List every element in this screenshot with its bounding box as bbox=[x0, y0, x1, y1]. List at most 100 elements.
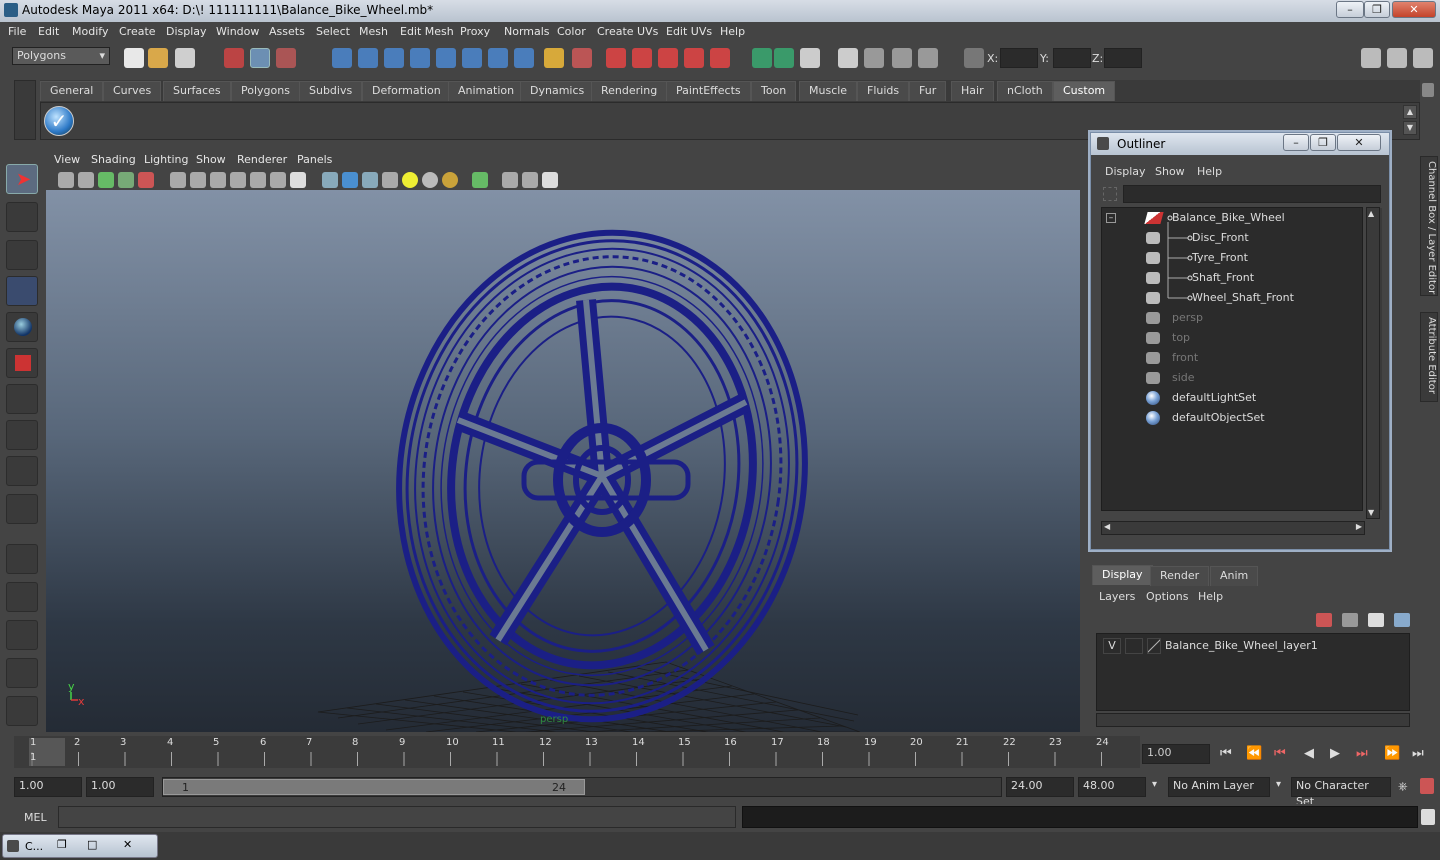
shadows-icon[interactable] bbox=[422, 172, 438, 188]
shelf-tab-custom[interactable]: Custom bbox=[1053, 81, 1116, 101]
hypershade-icon[interactable] bbox=[710, 48, 730, 68]
checkmark-icon[interactable]: ✓ bbox=[44, 106, 74, 136]
menu-color[interactable]: Color bbox=[557, 25, 586, 38]
outliner-menu-help[interactable]: Help bbox=[1197, 165, 1222, 178]
character-set-selector[interactable]: No Character Set bbox=[1291, 777, 1391, 808]
layer-tab-render[interactable]: Render bbox=[1150, 566, 1210, 586]
shelf-tab-general[interactable]: General bbox=[40, 81, 104, 101]
layer-tab-anim[interactable]: Anim bbox=[1210, 566, 1259, 586]
range-slider-handle[interactable]: 1 24 bbox=[163, 779, 585, 795]
vp-menu-show[interactable]: Show bbox=[196, 153, 226, 166]
shelf-tab-curves[interactable]: Curves bbox=[103, 81, 162, 101]
shelf-tab-rendering[interactable]: Rendering bbox=[591, 81, 668, 101]
shelf-tab-muscle[interactable]: Muscle bbox=[799, 81, 858, 101]
command-language-label[interactable]: MEL bbox=[24, 811, 47, 824]
hypershade-layout-icon[interactable] bbox=[6, 696, 38, 726]
end-time-field[interactable]: 48.00 bbox=[1078, 777, 1146, 797]
range-slider[interactable]: 1 24 bbox=[162, 777, 1002, 797]
isolate-select-icon[interactable] bbox=[472, 172, 488, 188]
layer-visibility-toggle[interactable]: V bbox=[1103, 638, 1121, 654]
x-field[interactable] bbox=[1000, 48, 1038, 68]
lasso-tool-icon[interactable] bbox=[6, 202, 38, 232]
gate-mask-icon[interactable] bbox=[230, 172, 246, 188]
xray-components-icon[interactable] bbox=[542, 172, 558, 188]
wireframe-icon[interactable] bbox=[322, 172, 338, 188]
safe-title-icon[interactable] bbox=[290, 172, 306, 188]
single-perspective-layout-icon[interactable] bbox=[6, 544, 38, 574]
history-icon[interactable] bbox=[606, 48, 626, 68]
menu-window[interactable]: Window bbox=[216, 25, 259, 38]
scroll-left-icon[interactable]: ◀ bbox=[1104, 522, 1110, 531]
render-globals-icon[interactable] bbox=[918, 48, 938, 68]
select-tool-icon[interactable]: ➤ bbox=[6, 164, 38, 194]
persp-graph-layout-icon[interactable] bbox=[6, 658, 38, 688]
channel-box-icon[interactable] bbox=[1413, 48, 1433, 68]
filter-icon[interactable] bbox=[1103, 187, 1117, 201]
shelf-tab-painteffects[interactable]: PaintEffects bbox=[666, 81, 751, 101]
show-manipulator-icon[interactable] bbox=[6, 456, 38, 486]
layer-color-swatch[interactable] bbox=[1147, 638, 1161, 654]
camera-attr-icon[interactable] bbox=[78, 172, 94, 188]
step-back-key-icon[interactable]: ⏮ bbox=[1274, 746, 1286, 761]
play-forwards-icon[interactable]: ▶ bbox=[1330, 746, 1340, 761]
textured-icon[interactable] bbox=[382, 172, 398, 188]
shelf-tab-surfaces[interactable]: Surfaces bbox=[163, 81, 231, 101]
manipulator-tool-icon[interactable] bbox=[6, 384, 38, 414]
y-field[interactable] bbox=[1053, 48, 1091, 68]
shelf-tab-animation[interactable]: Animation bbox=[448, 81, 525, 101]
side-tab-channel-box[interactable]: Channel Box / Layer Editor bbox=[1420, 156, 1438, 296]
minimized-window[interactable]: C... ❐ □ ✕ bbox=[2, 834, 158, 858]
outliner-vscrollbar[interactable]: ▲ ▼ bbox=[1366, 207, 1380, 519]
step-forward-key-icon[interactable]: ⏭ bbox=[1356, 746, 1368, 761]
go-to-end-icon[interactable]: ⏭ bbox=[1412, 746, 1424, 761]
menu-file[interactable]: File bbox=[8, 25, 26, 38]
wireframe-on-shaded-icon[interactable] bbox=[362, 172, 378, 188]
move-layer-up-icon[interactable] bbox=[1316, 613, 1332, 627]
snap-point-icon[interactable] bbox=[384, 48, 404, 68]
soft-mod-tool-icon[interactable] bbox=[6, 420, 38, 450]
outliner-menu-show[interactable]: Show bbox=[1155, 165, 1185, 178]
play-backwards-icon[interactable]: ◀ bbox=[1304, 746, 1314, 761]
scroll-right-icon[interactable]: ▶ bbox=[1356, 522, 1362, 531]
shelf-tab-hair[interactable]: Hair bbox=[951, 81, 994, 101]
anim-layer-selector[interactable]: No Anim Layer bbox=[1168, 777, 1270, 797]
playback-start-field[interactable]: 1.00 bbox=[86, 777, 154, 797]
snap-plane-icon[interactable] bbox=[410, 48, 430, 68]
new-layer-selected-icon[interactable] bbox=[1394, 613, 1410, 627]
layer-tab-display[interactable]: Display bbox=[1092, 565, 1153, 585]
xray-icon[interactable] bbox=[502, 172, 518, 188]
sidebar-toggle-icon[interactable] bbox=[1361, 48, 1381, 68]
xray-joints-icon[interactable] bbox=[522, 172, 538, 188]
maximize-icon[interactable]: □ bbox=[87, 838, 97, 851]
select-hierarchy-icon[interactable] bbox=[224, 48, 244, 68]
move-tool-icon[interactable] bbox=[6, 276, 38, 306]
shelf-scroll-up-icon[interactable]: ▲ bbox=[1403, 105, 1417, 119]
go-to-start-icon[interactable]: ⏮ bbox=[1220, 746, 1232, 761]
vp-menu-shading[interactable]: Shading bbox=[91, 153, 136, 166]
four-view-layout-icon[interactable] bbox=[6, 582, 38, 612]
shelf-toggle[interactable] bbox=[14, 80, 36, 140]
shelf-tab-toon[interactable]: Toon bbox=[751, 81, 797, 101]
help-icon[interactable] bbox=[514, 48, 534, 68]
snap-grid-icon[interactable] bbox=[332, 48, 352, 68]
layers-menu-layers[interactable]: Layers bbox=[1099, 590, 1135, 603]
safe-action-icon[interactable] bbox=[270, 172, 286, 188]
outliner-close-button[interactable]: ✕ bbox=[1337, 134, 1381, 151]
render-settings-icon[interactable] bbox=[684, 48, 704, 68]
vp-menu-panels[interactable]: Panels bbox=[297, 153, 332, 166]
menu-mesh[interactable]: Mesh bbox=[359, 25, 388, 38]
new-scene-icon[interactable] bbox=[124, 48, 144, 68]
persp-outliner-layout-icon[interactable] bbox=[6, 620, 38, 650]
menu-edit[interactable]: Edit bbox=[38, 25, 59, 38]
outliner-maximize-button[interactable]: ❐ bbox=[1310, 134, 1336, 151]
snap-view-icon[interactable] bbox=[488, 48, 508, 68]
render-view-icon[interactable] bbox=[838, 48, 858, 68]
playback-end-field[interactable]: 24.00 bbox=[1006, 777, 1074, 797]
field-chart-icon[interactable] bbox=[250, 172, 266, 188]
scroll-down-icon[interactable]: ▼ bbox=[1368, 508, 1374, 517]
camera-select-icon[interactable] bbox=[58, 172, 74, 188]
snap-curve-icon[interactable] bbox=[358, 48, 378, 68]
menu-normals[interactable]: Normals bbox=[504, 25, 550, 38]
shelf-tab-ncloth[interactable]: nCloth bbox=[997, 81, 1053, 101]
menu-proxy[interactable]: Proxy bbox=[460, 25, 490, 38]
